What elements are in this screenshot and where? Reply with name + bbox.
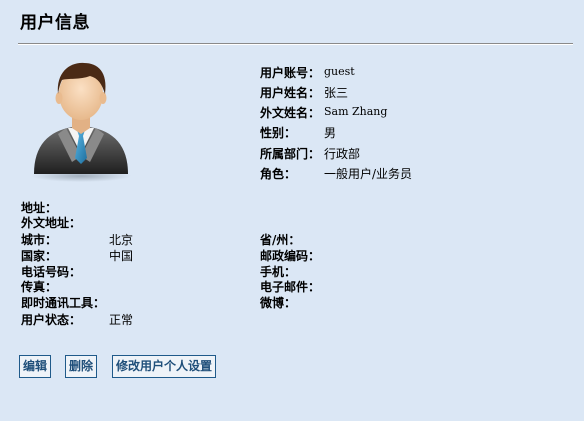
profile-label-department: 所属部门： <box>260 147 321 161</box>
profile-value-account: guest <box>324 65 355 78</box>
detail-label-postcode: 邮政编码： <box>260 249 321 263</box>
detail-label-foreign-address: 外文地址： <box>21 216 82 230</box>
profile-label-name: 用户姓名： <box>260 86 321 100</box>
detail-label-im: 即时通讯工具： <box>21 296 106 310</box>
detail-label-email: 电子邮件： <box>260 280 321 294</box>
profile-value-role: 一般用户/业务员 <box>324 167 413 181</box>
detail-label-state: 省/州： <box>260 233 301 247</box>
user-avatar-icon <box>28 58 134 184</box>
detail-label-status: 用户状态： <box>21 313 82 327</box>
edit-button[interactable]: 编辑 <box>19 355 52 378</box>
edit-personal-settings-button[interactable]: 修改用户个人设置 <box>112 355 217 378</box>
page-title: 用户信息 <box>20 13 90 33</box>
profile-value-foreign-name: Sam Zhang <box>324 105 388 118</box>
detail-label-weibo: 微博： <box>260 296 297 310</box>
detail-label-city: 城市： <box>21 233 58 247</box>
detail-value-city: 北京 <box>109 233 134 247</box>
profile-label-role: 角色： <box>260 167 297 181</box>
profile-label-gender: 性别： <box>260 126 297 140</box>
profile-label-foreign-name: 外文姓名： <box>260 106 321 120</box>
detail-label-country: 国家： <box>21 249 58 263</box>
profile-value-name: 张三 <box>324 86 349 100</box>
profile-value-department: 行政部 <box>324 147 361 161</box>
detail-value-status: 正常 <box>109 313 134 327</box>
detail-value-country: 中国 <box>109 249 134 263</box>
delete-button[interactable]: 删除 <box>65 355 98 378</box>
detail-label-fax: 传真： <box>21 280 58 294</box>
profile-value-gender: 男 <box>324 126 337 140</box>
profile-label-account: 用户账号： <box>260 66 321 80</box>
title-divider <box>18 43 573 45</box>
